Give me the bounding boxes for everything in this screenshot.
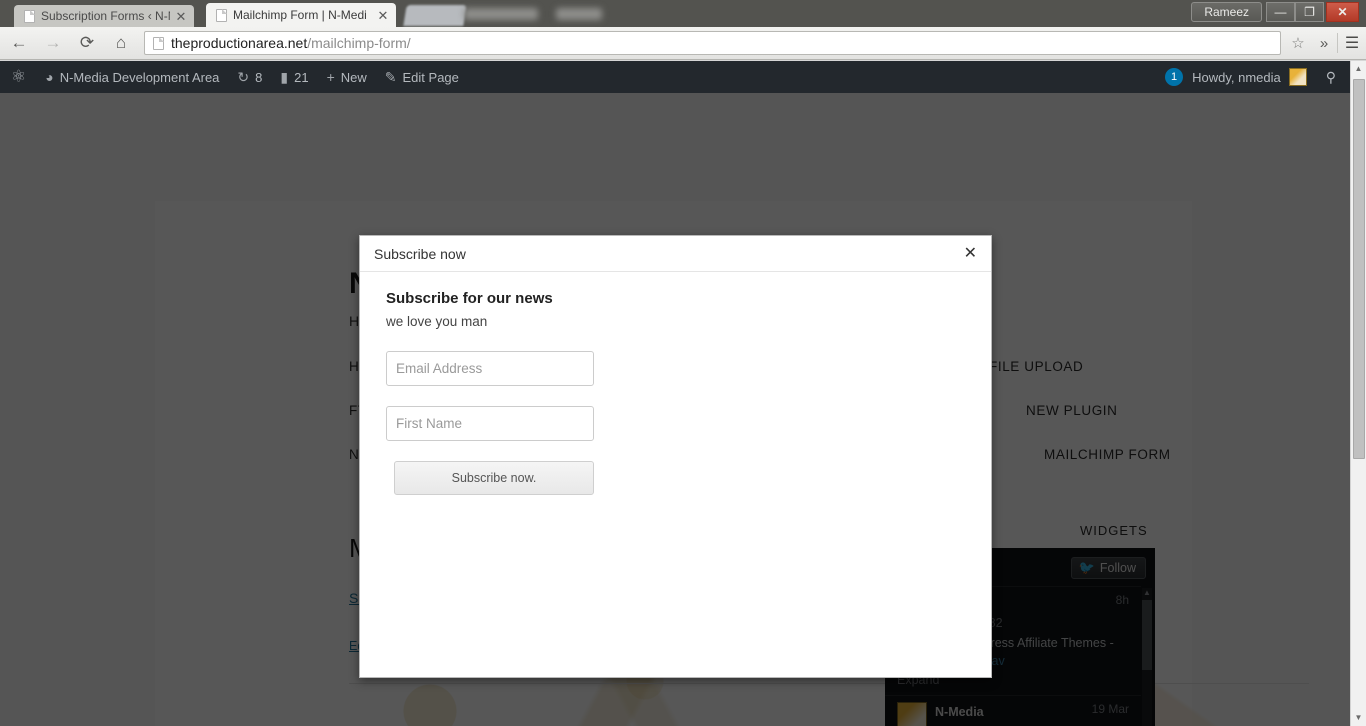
forward-icon[interactable]: → <box>38 30 68 56</box>
adminbar-new-content[interactable]: + New <box>318 61 376 93</box>
toolbar-overflow-icon[interactable]: » <box>1311 35 1337 52</box>
chrome-menu-icon[interactable]: ☰ <box>1338 33 1366 53</box>
address-bar[interactable]: theproductionarea.net /mailchimp-form/ <box>144 31 1281 55</box>
adminbar-new-label: New <box>340 69 367 85</box>
blurred-menu-label-help <box>556 8 602 20</box>
comments-count: 21 <box>294 69 309 85</box>
first-name-field[interactable] <box>386 406 594 441</box>
adminbar-comments[interactable]: ▮ 21 <box>271 61 317 93</box>
tab-title: Mailchimp Form | N-Medi <box>233 8 367 22</box>
blurred-menu-label-window <box>464 8 538 20</box>
chrome-user-button[interactable]: Rameez <box>1191 2 1262 22</box>
comment-bubble-icon: ▮ <box>280 68 289 85</box>
email-field[interactable] <box>386 351 594 386</box>
modal-title: Subscribe now <box>374 245 466 262</box>
bookmark-star-icon[interactable]: ☆ <box>1285 34 1311 52</box>
page-icon <box>216 8 227 22</box>
adminbar-site-name[interactable]: ◕ N-Media Development Area <box>36 61 228 93</box>
modal-body: Subscribe for our news we love you man S… <box>360 272 991 495</box>
browser-toolbar: ← → ⟳ ⌂ theproductionarea.net /mailchimp… <box>0 27 1366 60</box>
modal-header: Subscribe now ✕ <box>360 236 991 272</box>
tab-title: Subscription Forms ‹ N-M <box>41 9 170 23</box>
form-description: we love you man <box>386 314 488 329</box>
url-path: /mailchimp-form/ <box>307 35 411 51</box>
avatar <box>1288 68 1307 86</box>
subscribe-submit-button[interactable]: Subscribe now. <box>394 461 594 495</box>
adminbar-edit-page[interactable]: ✎ Edit Page <box>376 61 468 93</box>
adminbar-account[interactable]: Howdy, nmedia <box>1183 61 1316 93</box>
adminbar-edit-page-label: Edit Page <box>402 69 459 85</box>
page-scrollbar[interactable]: ▲ ▼ <box>1350 61 1366 726</box>
howdy-label: Howdy, nmedia <box>1192 69 1281 85</box>
scrollbar-thumb[interactable] <box>1353 79 1365 459</box>
url-domain: theproductionarea.net <box>171 35 308 51</box>
new-tab-button[interactable] <box>403 5 467 26</box>
form-heading: Subscribe for our news <box>386 290 553 307</box>
page-icon <box>153 36 164 50</box>
browser-tab-subscription-forms[interactable]: Subscription Forms ‹ N-M ✕ <box>14 5 194 27</box>
tab-close-icon[interactable]: ✕ <box>376 9 390 22</box>
dashboard-icon: ◕ <box>45 69 54 85</box>
page-icon <box>24 9 35 23</box>
subscribe-modal: Subscribe now ✕ Subscribe for our news w… <box>359 235 992 678</box>
home-icon[interactable]: ⌂ <box>106 30 136 56</box>
reload-icon[interactable]: ⟳ <box>72 30 102 56</box>
window-close-button[interactable]: ✕ <box>1326 2 1359 22</box>
adminbar-updates[interactable]: ↻ 8 <box>228 61 271 93</box>
scroll-down-icon[interactable]: ▼ <box>1351 710 1366 726</box>
tab-close-icon[interactable]: ✕ <box>174 10 188 23</box>
close-icon[interactable]: ✕ <box>964 245 977 262</box>
adminbar-site-name-label: N-Media Development Area <box>59 69 220 85</box>
wordpress-logo-icon[interactable]: ⚛ <box>0 67 36 87</box>
scroll-up-icon[interactable]: ▲ <box>1351 61 1366 77</box>
page-viewport: ⚛ ◕ N-Media Development Area ↻ 8 ▮ 21 + … <box>0 61 1366 726</box>
plus-icon: + <box>326 69 335 85</box>
tab-strip: Subscription Forms ‹ N-M ✕ Mailchimp For… <box>0 0 1366 27</box>
adminbar-right-group: 1 Howdy, nmedia ⚲ <box>1165 61 1350 93</box>
back-icon[interactable]: ← <box>4 30 34 56</box>
updates-icon: ↻ <box>237 68 250 85</box>
wp-admin-bar: ⚛ ◕ N-Media Development Area ↻ 8 ▮ 21 + … <box>0 61 1350 93</box>
updates-count: 8 <box>255 69 263 85</box>
browser-window: Subscription Forms ‹ N-M ✕ Mailchimp For… <box>0 0 1366 726</box>
search-icon[interactable]: ⚲ <box>1316 69 1350 86</box>
notification-badge[interactable]: 1 <box>1165 68 1184 86</box>
browser-tab-mailchimp-form[interactable]: Mailchimp Form | N-Medi ✕ <box>206 3 396 27</box>
pencil-icon: ✎ <box>384 68 397 85</box>
window-minimize-button[interactable]: — <box>1266 2 1295 22</box>
window-restore-button[interactable]: ❐ <box>1295 2 1324 22</box>
